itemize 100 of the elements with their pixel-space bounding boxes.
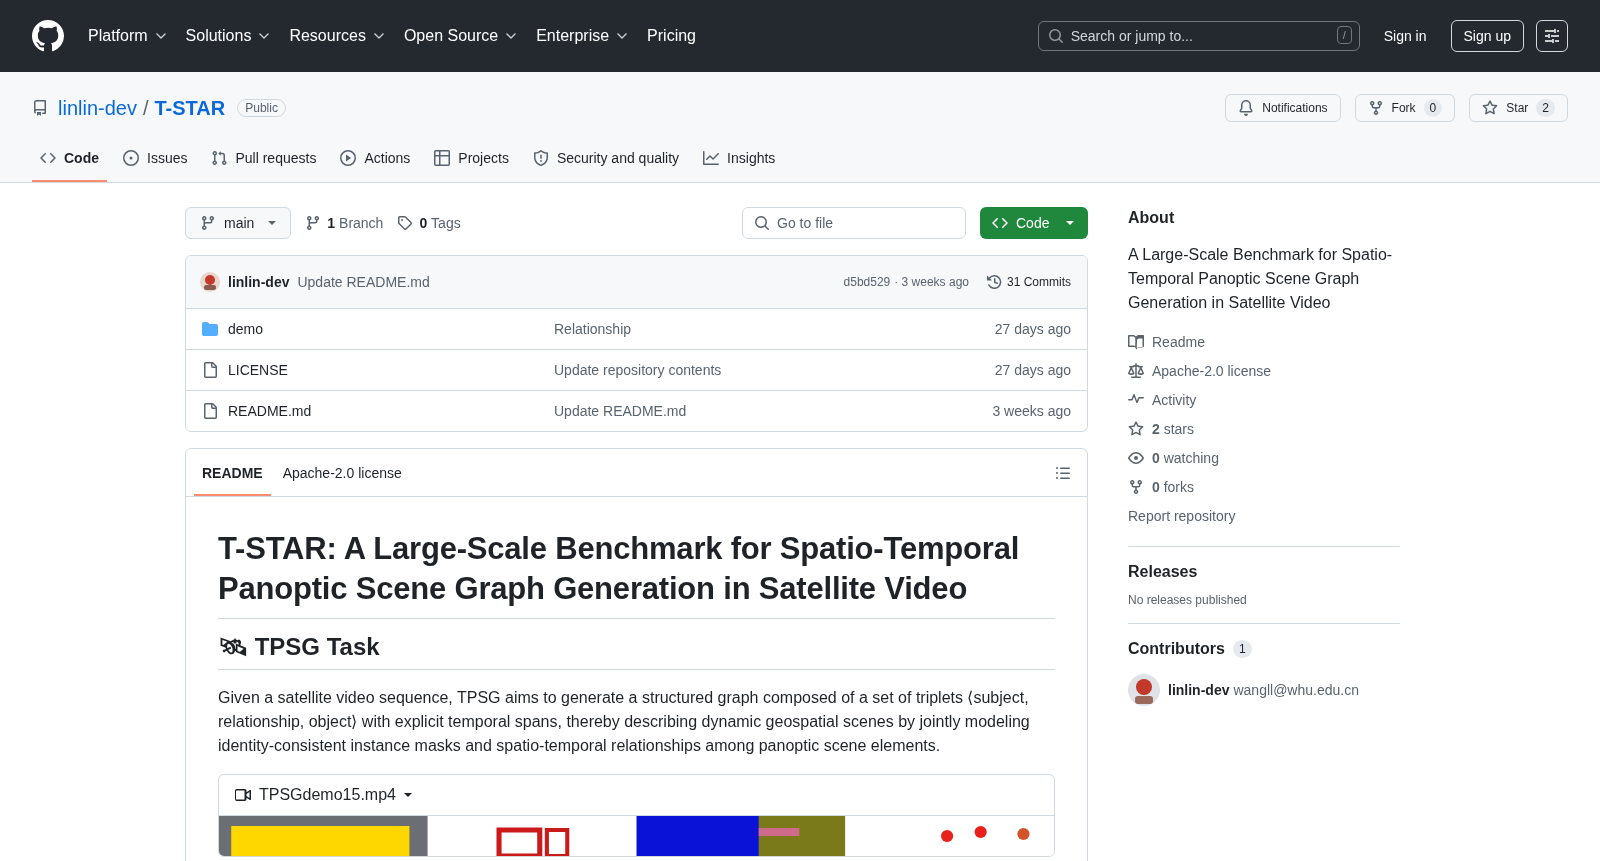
caret-icon bbox=[268, 221, 277, 225]
repository-description: A Large-Scale Benchmark for Spatio-Temporal Panoptic Scene Graph Generation in Satellite Video bbox=[1128, 245, 1394, 313]
about-link[interactable]: 0 forks bbox=[1128, 472, 1400, 501]
tags-link[interactable]: 0 Tags bbox=[397, 215, 461, 231]
star-icon bbox=[1128, 420, 1144, 437]
contributors-count: 1 bbox=[1232, 640, 1252, 658]
table-icon bbox=[434, 150, 451, 166]
nav-menu-item[interactable]: Open Source bbox=[395, 21, 525, 51]
owner-link[interactable]: linlin-dev bbox=[58, 96, 137, 120]
search-icon bbox=[1047, 28, 1064, 44]
contributor-name-link[interactable]: linlin-dev bbox=[1168, 682, 1230, 698]
branches-link[interactable]: 1 Branch bbox=[305, 215, 384, 231]
repository-tab[interactable]: Actions bbox=[332, 142, 419, 182]
path-separator: / bbox=[142, 96, 149, 120]
tag-icon bbox=[397, 215, 414, 231]
shield-icon bbox=[532, 150, 549, 166]
pull-request-icon bbox=[211, 150, 228, 166]
graph-icon bbox=[703, 150, 720, 166]
folder-icon bbox=[202, 321, 218, 337]
file-name-link[interactable]: README.md bbox=[228, 403, 312, 419]
scale-icon bbox=[1128, 362, 1144, 379]
chevron-down-icon bbox=[506, 33, 517, 39]
about-link[interactable]: 0 watching bbox=[1128, 443, 1400, 472]
about-link[interactable]: Activity bbox=[1128, 385, 1400, 414]
fork-count: 0 bbox=[1423, 99, 1443, 117]
code-icon bbox=[40, 150, 56, 166]
branch-selector[interactable]: main bbox=[185, 207, 292, 239]
history-icon bbox=[987, 274, 1003, 290]
commit-author-link[interactable]: linlin-dev bbox=[228, 274, 290, 290]
file-name-link[interactable]: LICENSE bbox=[228, 362, 288, 378]
commit-message-link[interactable]: Relationship bbox=[554, 321, 995, 337]
releases-heading: Releases bbox=[1128, 563, 1199, 581]
repository-tab[interactable]: Pull requests bbox=[203, 142, 325, 182]
avatar[interactable] bbox=[1128, 674, 1160, 706]
book-icon bbox=[1128, 333, 1144, 350]
repository-name-link[interactable]: T-STAR bbox=[154, 96, 226, 120]
chevron-down-icon bbox=[617, 33, 628, 39]
file-icon bbox=[202, 362, 218, 378]
repository-icon bbox=[32, 100, 48, 116]
eye-icon bbox=[1128, 449, 1144, 466]
play-icon bbox=[340, 150, 357, 166]
github-logo-icon[interactable] bbox=[32, 20, 64, 52]
nav-menu-item[interactable]: Enterprise bbox=[528, 21, 636, 51]
commit-hash-link[interactable]: d5bd529 bbox=[843, 275, 891, 289]
star-icon bbox=[1482, 100, 1499, 116]
caret-icon[interactable] bbox=[403, 792, 412, 797]
star-button[interactable]: Star 2 bbox=[1469, 94, 1568, 122]
repository-tab[interactable]: Issues bbox=[115, 142, 196, 182]
code-button[interactable]: Code bbox=[980, 207, 1088, 239]
commit-message-link[interactable]: Update README.md bbox=[297, 274, 430, 290]
branch-icon bbox=[200, 215, 216, 231]
repository-tab[interactable]: Projects bbox=[426, 142, 517, 182]
about-link[interactable]: Readme bbox=[1128, 327, 1400, 356]
outline-list-icon[interactable] bbox=[1055, 464, 1071, 481]
about-heading: About bbox=[1128, 209, 1176, 227]
bell-icon bbox=[1238, 100, 1255, 116]
repository-tab[interactable]: Security and quality bbox=[524, 142, 688, 182]
video-icon bbox=[235, 786, 251, 803]
keyboard-shortcut-hint: / bbox=[1336, 26, 1352, 44]
file-age: 27 days ago bbox=[994, 321, 1071, 337]
description-paragraph: Given a satellite video sequence, TPSG aims to generate a structured graph composed of a set of triplets ⟨subject, relationship, object⟩ with explicit temporal spans, thereby describing dynamic geospatial scenes by jointly modeling identity-consistent instance masks and spatio-temporal relationships among panoptic scene elements. bbox=[218, 687, 1031, 756]
commit-message-link[interactable]: Update repository contents bbox=[554, 362, 995, 378]
video-file-name[interactable]: TPSGdemo15.mp4 bbox=[259, 785, 396, 804]
branch-icon bbox=[305, 215, 322, 231]
file-age: 3 weeks ago bbox=[992, 403, 1071, 419]
fork-icon bbox=[1128, 478, 1144, 495]
about-link[interactable]: 2 stars bbox=[1128, 414, 1400, 443]
contributors-heading: Contributors bbox=[1128, 640, 1225, 658]
about-link[interactable]: Apache-2.0 license bbox=[1128, 356, 1400, 385]
readme-tab[interactable]: README bbox=[194, 450, 271, 496]
repository-tab[interactable]: Insights bbox=[695, 142, 784, 182]
go-to-file-field[interactable]: Go to file bbox=[742, 207, 966, 239]
nav-menu-item[interactable]: Resources bbox=[281, 21, 392, 51]
fork-icon bbox=[1367, 100, 1384, 116]
readme-title: T-STAR: A Large-Scale Benchmark for Spatio-Temporal Panoptic Scene Graph Generation in Satellite Video bbox=[218, 529, 1055, 619]
contributor-email: wangll@whu.edu.cn bbox=[1233, 682, 1359, 698]
sign-up-button[interactable]: Sign up bbox=[1450, 20, 1524, 52]
repository-tab[interactable]: Code bbox=[32, 142, 107, 182]
nav-menu-item[interactable]: Solutions bbox=[177, 21, 278, 51]
file-age: 27 days ago bbox=[994, 362, 1071, 378]
sign-in-link[interactable]: Sign in bbox=[1383, 28, 1427, 44]
readme-tab[interactable]: Apache-2.0 license bbox=[274, 450, 410, 496]
report-repository-link[interactable]: Report repository bbox=[1128, 501, 1400, 530]
chevron-down-icon bbox=[155, 33, 166, 39]
sliders-icon bbox=[1544, 28, 1560, 44]
nav-menu-item[interactable]: Pricing bbox=[639, 21, 704, 51]
section-heading: 🛰 TPSG Task bbox=[218, 632, 1055, 670]
settings-button[interactable] bbox=[1536, 20, 1568, 52]
file-name-link[interactable]: demo bbox=[228, 321, 264, 337]
fork-button[interactable]: Fork 0 bbox=[1354, 94, 1456, 122]
commits-link[interactable]: 31 Commits bbox=[987, 274, 1071, 290]
nav-menu-item[interactable]: Platform bbox=[80, 21, 174, 51]
caret-icon bbox=[1066, 221, 1074, 225]
search-icon bbox=[754, 215, 770, 231]
chevron-down-icon bbox=[373, 33, 384, 39]
star-count: 2 bbox=[1536, 99, 1555, 117]
avatar bbox=[200, 272, 220, 292]
commit-message-link[interactable]: Update README.md bbox=[554, 403, 993, 419]
notifications-button[interactable]: Notifications bbox=[1225, 94, 1341, 122]
commit-age: · 3 weeks ago bbox=[894, 275, 969, 289]
